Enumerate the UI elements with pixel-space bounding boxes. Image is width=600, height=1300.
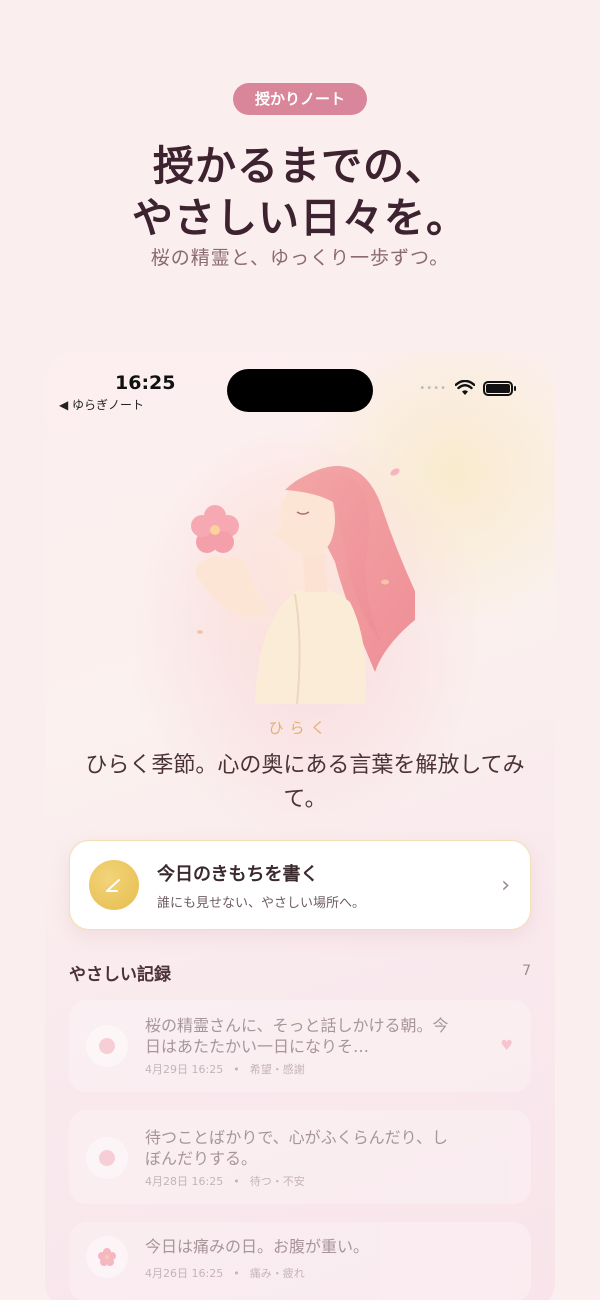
records-title: やさしい記録 bbox=[69, 965, 171, 985]
records-count: 7 bbox=[522, 963, 531, 979]
app-name-badge: 授かりノート bbox=[233, 83, 367, 115]
record-separator: • bbox=[233, 1063, 240, 1076]
record-meta: 4月28日 16:25 • 待つ・不安 bbox=[145, 1173, 305, 1189]
pencil-icon bbox=[89, 860, 139, 910]
record-tags: 希望・感謝 bbox=[249, 1063, 305, 1076]
promo-header: 授かりノート 授かるまでの、 やさしい日々を。 桜の精霊と、ゆっくり一歩ずつ。 bbox=[0, 0, 600, 340]
phone-mockup: 16:25 ◀ ゆらぎノート •••• ひらく ひらく季節。心の奥にある言葉を解… bbox=[45, 352, 555, 1300]
record-date: 4月28日 16:25 bbox=[145, 1175, 224, 1188]
record-tags: 痛み・疲れ bbox=[249, 1267, 305, 1280]
battery-icon bbox=[483, 380, 516, 396]
record-date: 4月29日 16:25 bbox=[145, 1063, 224, 1076]
record-mood-icon bbox=[86, 1025, 128, 1067]
record-item[interactable]: 桜の精霊さんに、そっと話しかける朝。今日はあたたかい一日になりそ… 4月29日 … bbox=[69, 1000, 531, 1092]
record-text: 桜の精霊さんに、そっと話しかける朝。今日はあたたかい一日になりそ… bbox=[145, 1016, 449, 1056]
headline-line-1: 授かるまでの、 bbox=[153, 142, 447, 190]
chevron-right-icon: › bbox=[501, 872, 510, 898]
wifi-icon bbox=[455, 380, 475, 395]
record-date: 4月26日 16:25 bbox=[145, 1267, 224, 1280]
sakura-spirit-illustration bbox=[185, 442, 415, 704]
headline-line-2: やさしい日々を。 bbox=[132, 194, 468, 242]
record-separator: • bbox=[233, 1175, 240, 1188]
status-icons: •••• bbox=[419, 380, 516, 396]
record-separator: • bbox=[233, 1267, 240, 1280]
write-card-subtitle: 誰にも見せない、やさしい場所へ。 bbox=[157, 895, 366, 911]
status-time: 16:25 bbox=[115, 372, 176, 394]
record-item[interactable]: 今日は痛みの日。お腹が重い。 4月26日 16:25 • 痛み・疲れ bbox=[69, 1222, 531, 1300]
spirit-message: ひらく季節。心の奥にある言葉を解放してみて。 bbox=[85, 753, 525, 812]
write-feelings-button[interactable]: 今日のきもちを書く 誰にも見せない、やさしい場所へ。 › bbox=[69, 840, 531, 930]
spirit-name: ひらく bbox=[268, 719, 332, 737]
record-item[interactable]: 待つことばかりで、心がふくらんだり、しぼんだりする。 4月28日 16:25 • 待… bbox=[69, 1110, 531, 1204]
record-tags: 待つ・不安 bbox=[249, 1175, 305, 1188]
dynamic-island bbox=[227, 369, 373, 412]
record-mood-icon bbox=[86, 1137, 128, 1179]
record-text: 待つことばかりで、心がふくらんだり、しぼんだりする。 bbox=[145, 1128, 449, 1168]
record-meta: 4月26日 16:25 • 痛み・疲れ bbox=[145, 1265, 305, 1281]
records-header: やさしい記録 7 bbox=[69, 960, 531, 985]
record-meta: 4月29日 16:25 • 希望・感謝 bbox=[145, 1061, 305, 1077]
write-card-title: 今日のきもちを書く bbox=[157, 863, 319, 885]
sakura-mood-icon bbox=[86, 1236, 128, 1278]
heart-icon[interactable]: ♥ bbox=[500, 1038, 513, 1054]
subline: 桜の精霊と、ゆっくり一歩ずつ。 bbox=[150, 247, 450, 269]
record-text: 今日は痛みの日。お腹が重い。 bbox=[145, 1237, 370, 1256]
back-to-app-link[interactable]: ◀ ゆらぎノート bbox=[59, 396, 144, 413]
signal-icon: •••• bbox=[419, 382, 447, 394]
